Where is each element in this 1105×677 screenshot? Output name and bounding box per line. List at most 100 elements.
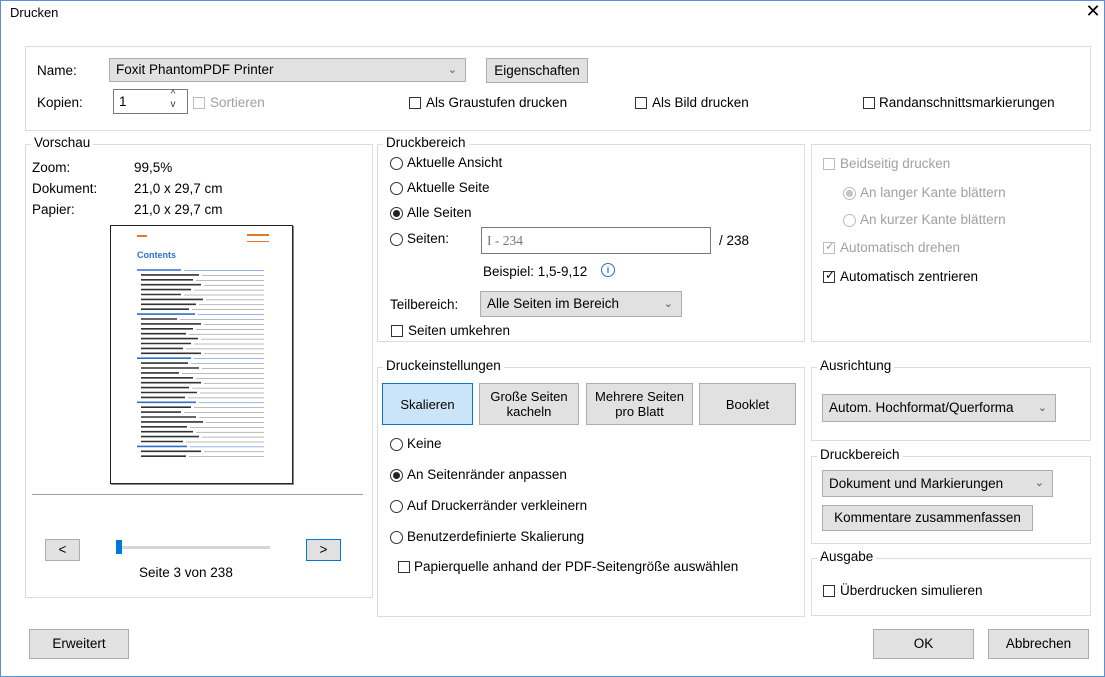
next-page-button[interactable]: >	[306, 539, 341, 561]
scale-none-radio[interactable]	[390, 438, 403, 451]
reverse-pages-label: Seiten umkehren	[408, 323, 511, 338]
printer-name-label: Name:	[37, 63, 77, 78]
printer-select-value: Foxit PhantomPDF Printer	[116, 62, 274, 77]
checkmark-icon: ✓	[825, 239, 836, 253]
auto-rotate-checkbox[interactable]: ✓	[823, 239, 836, 254]
subset-label: Teilbereich:	[390, 297, 459, 312]
prev-page-button[interactable]: <	[45, 539, 80, 561]
print-what-select-value: Dokument und Markierungen	[829, 476, 1004, 491]
copies-label: Kopien:	[37, 95, 83, 110]
pages-label: Seiten:	[407, 231, 450, 246]
print-range-legend: Druckbereich	[383, 135, 469, 150]
scale-shrink-label: Auf Druckerränder verkleinern	[407, 498, 588, 513]
orientation-legend: Ausrichtung	[817, 358, 895, 373]
copies-value: 1	[119, 94, 127, 109]
preview-toc-lines	[137, 269, 264, 457]
current-page-label: Aktuelle Seite	[407, 180, 490, 195]
info-icon[interactable]: i	[601, 263, 615, 277]
paper-size-label: Papier:	[32, 202, 75, 217]
all-pages-label: Alle Seiten	[407, 205, 472, 220]
printer-select[interactable]: Foxit PhantomPDF Printer ⌄	[109, 58, 466, 82]
paper-size-value: 21,0 x 29,7 cm	[134, 202, 223, 217]
pages-range-input[interactable]: I - 234	[481, 227, 711, 254]
bleed-marks-label: Randanschnittsmarkierungen	[879, 95, 1055, 110]
zoom-value: 99,5%	[134, 160, 173, 175]
collate-label: Sortieren	[210, 95, 265, 110]
pages-example: Beispiel: 1,5-9,12	[483, 264, 588, 279]
auto-center-label: Automatisch zentrieren	[840, 269, 979, 284]
preview-legend: Vorschau	[31, 135, 94, 150]
cancel-button[interactable]: Abbrechen	[988, 629, 1089, 659]
chevron-down-icon: ⌄	[663, 298, 673, 310]
page-status: Seite 3 von 238	[139, 565, 233, 580]
chevron-down-icon: ⌄	[1037, 402, 1047, 414]
scale-fit-radio[interactable]	[390, 469, 403, 482]
paper-source-label: Papierquelle anhand der PDF-Seitengröße …	[414, 559, 739, 574]
tab-scale[interactable]: Skalieren	[382, 383, 473, 425]
tab-booklet-label: Booklet	[725, 396, 770, 412]
tab-multiple-pages[interactable]: Mehrere Seiten pro Blatt	[586, 383, 693, 425]
bleed-marks-checkbox[interactable]	[863, 97, 875, 109]
checkmark-icon: ✓	[825, 268, 836, 282]
scale-shrink-radio[interactable]	[390, 500, 403, 513]
scale-custom-radio[interactable]	[390, 531, 403, 544]
short-edge-label: An kurzer Kante blättern	[860, 212, 1006, 227]
subset-select-value: Alle Seiten im Bereich	[487, 296, 620, 311]
current-view-radio[interactable]	[390, 157, 403, 170]
collate-checkbox[interactable]	[193, 97, 205, 109]
scale-fit-label: An Seitenränder anpassen	[407, 467, 567, 482]
document-size-value: 21,0 x 29,7 cm	[134, 181, 223, 196]
preview-separator	[32, 494, 363, 495]
close-icon[interactable]: ✕	[1084, 1, 1102, 22]
pages-radio[interactable]	[390, 233, 403, 246]
page-slider-track[interactable]	[116, 540, 270, 554]
copies-spinner-icon[interactable]: ^ v	[163, 90, 183, 112]
page-preview: Contents	[110, 225, 293, 484]
chevron-down-icon: ⌄	[447, 64, 457, 76]
overprint-checkbox[interactable]	[823, 585, 835, 597]
dialog-title: Drucken	[10, 5, 59, 20]
paper-source-checkbox[interactable]	[398, 561, 410, 573]
ok-button[interactable]: OK	[873, 629, 974, 659]
duplex-label: Beidseitig drucken	[840, 156, 951, 171]
overprint-label: Überdrucken simulieren	[840, 583, 983, 598]
advanced-button[interactable]: Erweitert	[29, 629, 129, 659]
print-settings-legend: Druckeinstellungen	[383, 358, 504, 373]
tab-tile-large-pages[interactable]: Große Seiten kacheln	[479, 383, 579, 425]
all-pages-radio[interactable]	[390, 207, 403, 220]
orientation-select-value: Autom. Hochformat/Querforma	[829, 400, 1014, 415]
current-page-radio[interactable]	[390, 182, 403, 195]
tab-booklet[interactable]: Booklet	[699, 383, 796, 425]
reverse-pages-checkbox[interactable]	[391, 325, 403, 337]
duplex-checkbox[interactable]	[823, 158, 835, 170]
current-view-label: Aktuelle Ansicht	[407, 155, 503, 170]
tab-scale-label: Skalieren	[400, 396, 455, 412]
scale-none-label: Keine	[407, 436, 442, 451]
tab-tile-label: Große Seiten kacheln	[490, 389, 568, 419]
as-image-label: Als Bild drucken	[652, 95, 749, 110]
as-image-checkbox[interactable]	[635, 97, 647, 109]
grayscale-checkbox[interactable]	[409, 97, 421, 109]
print-what-select[interactable]: Dokument und Markierungen ⌄	[822, 470, 1053, 497]
pages-total: / 238	[719, 233, 750, 248]
properties-button[interactable]: Eigenschaften	[486, 58, 588, 83]
summarize-comments-button[interactable]: Kommentare zusammenfassen	[822, 505, 1033, 531]
tab-multiple-label: Mehrere Seiten pro Blatt	[595, 389, 684, 419]
scale-custom-label: Benutzerdefinierte Skalierung	[407, 529, 585, 544]
auto-center-checkbox[interactable]: ✓	[823, 268, 836, 283]
subset-select[interactable]: Alle Seiten im Bereich ⌄	[480, 291, 682, 317]
output-legend: Ausgabe	[817, 549, 877, 564]
long-edge-radio[interactable]	[843, 187, 856, 200]
short-edge-radio[interactable]	[843, 214, 856, 227]
long-edge-label: An langer Kante blättern	[860, 185, 1006, 200]
auto-rotate-label: Automatisch drehen	[840, 240, 961, 255]
print-what-legend: Druckbereich	[817, 447, 903, 462]
document-size-label: Dokument:	[32, 181, 98, 196]
pages-range-value: I - 234	[487, 233, 523, 248]
zoom-label: Zoom:	[32, 160, 71, 175]
print-dialog: Drucken ✕ Name: Foxit PhantomPDF Printer…	[0, 0, 1105, 677]
page-slider-thumb[interactable]	[116, 540, 122, 554]
grayscale-label: Als Graustufen drucken	[426, 95, 568, 110]
orientation-select[interactable]: Autom. Hochformat/Querforma ⌄	[822, 394, 1056, 422]
chevron-down-icon: ⌄	[1034, 477, 1044, 489]
